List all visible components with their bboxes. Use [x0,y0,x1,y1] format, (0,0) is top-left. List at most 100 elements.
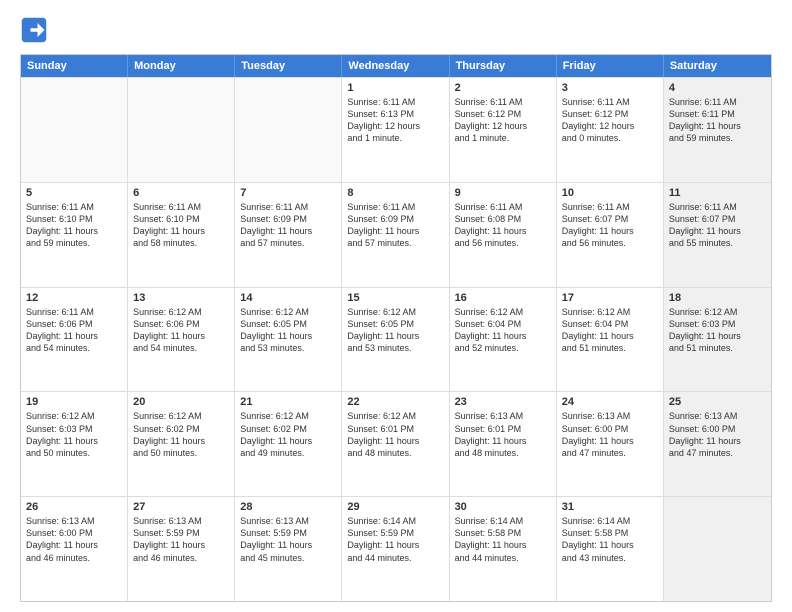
cell-text: Sunrise: 6:11 AM Sunset: 6:09 PM Dayligh… [240,201,336,250]
cal-cell-r1-c5: 10 Sunrise: 6:11 AM Sunset: 6:07 PM Dayli… [557,183,664,287]
cal-cell-r2-c4: 16 Sunrise: 6:12 AM Sunset: 6:04 PM Dayli… [450,288,557,392]
cal-cell-r4-c1: 27 Sunrise: 6:13 AM Sunset: 5:59 PM Dayli… [128,497,235,601]
cal-cell-r3-c5: 24Sunrise: 6:13 AM Sunset: 6:00 PM Dayli… [557,392,664,496]
cell-text: Sunrise: 6:13 AM Sunset: 5:59 PM Dayligh… [133,515,229,564]
cal-cell-r2-c5: 17 Sunrise: 6:12 AM Sunset: 6:04 PM Dayli… [557,288,664,392]
cal-cell-r0-c4: 2 Sunrise: 6:11 AM Sunset: 6:12 PM Daylig… [450,78,557,182]
day-number: 17 [562,292,658,304]
day-number: 8 [347,187,443,199]
cell-text: Sunrise: 6:13 AM Sunset: 5:59 PM Dayligh… [240,515,336,564]
day-number: 29 [347,501,443,513]
logo [20,16,52,44]
day-number: 11 [669,187,766,199]
cell-text: Sunrise: 6:11 AM Sunset: 6:13 PM Dayligh… [347,96,443,145]
cal-cell-r2-c1: 13Sunrise: 6:12 AM Sunset: 6:06 PM Dayli… [128,288,235,392]
day-number: 3 [562,82,658,94]
cell-text: Sunrise: 6:13 AM Sunset: 6:01 PM Dayligh… [455,410,551,459]
cal-cell-r4-c2: 28 Sunrise: 6:13 AM Sunset: 5:59 PM Dayli… [235,497,342,601]
cal-cell-r1-c6: 11Sunrise: 6:11 AM Sunset: 6:07 PM Dayli… [664,183,771,287]
cell-text: Sunrise: 6:12 AM Sunset: 6:03 PM Dayligh… [669,306,766,355]
cal-cell-r3-c4: 23Sunrise: 6:13 AM Sunset: 6:01 PM Dayli… [450,392,557,496]
cal-cell-r1-c2: 7 Sunrise: 6:11 AM Sunset: 6:09 PM Daylig… [235,183,342,287]
cell-text: Sunrise: 6:12 AM Sunset: 6:01 PM Dayligh… [347,410,443,459]
day-number: 15 [347,292,443,304]
day-number: 9 [455,187,551,199]
day-number: 19 [26,396,122,408]
cal-cell-r4-c6 [664,497,771,601]
cal-cell-r2-c3: 15Sunrise: 6:12 AM Sunset: 6:05 PM Dayli… [342,288,449,392]
cal-cell-r1-c0: 5 Sunrise: 6:11 AM Sunset: 6:10 PM Daylig… [21,183,128,287]
cell-text: Sunrise: 6:12 AM Sunset: 6:05 PM Dayligh… [240,306,336,355]
day-number: 25 [669,396,766,408]
cell-text: Sunrise: 6:13 AM Sunset: 6:00 PM Dayligh… [669,410,766,459]
cal-cell-r0-c3: 1 Sunrise: 6:11 AM Sunset: 6:13 PM Daylig… [342,78,449,182]
cal-cell-r0-c5: 3 Sunrise: 6:11 AM Sunset: 6:12 PM Daylig… [557,78,664,182]
day-number: 21 [240,396,336,408]
cal-cell-r1-c4: 9Sunrise: 6:11 AM Sunset: 6:08 PM Daylig… [450,183,557,287]
cell-text: Sunrise: 6:12 AM Sunset: 6:04 PM Dayligh… [562,306,658,355]
cell-text: Sunrise: 6:11 AM Sunset: 6:12 PM Dayligh… [455,96,551,145]
cal-cell-r1-c3: 8Sunrise: 6:11 AM Sunset: 6:09 PM Daylig… [342,183,449,287]
cal-cell-r3-c2: 21Sunrise: 6:12 AM Sunset: 6:02 PM Dayli… [235,392,342,496]
page: SundayMondayTuesdayWednesdayThursdayFrid… [0,0,792,612]
cell-text: Sunrise: 6:11 AM Sunset: 6:07 PM Dayligh… [562,201,658,250]
cell-text: Sunrise: 6:12 AM Sunset: 6:06 PM Dayligh… [133,306,229,355]
header-friday: Friday [557,55,664,77]
cal-cell-r2-c6: 18Sunrise: 6:12 AM Sunset: 6:03 PM Dayli… [664,288,771,392]
cal-cell-r2-c2: 14 Sunrise: 6:12 AM Sunset: 6:05 PM Dayli… [235,288,342,392]
cell-text: Sunrise: 6:11 AM Sunset: 6:10 PM Dayligh… [133,201,229,250]
calendar-row-3: 19 Sunrise: 6:12 AM Sunset: 6:03 PM Dayli… [21,391,771,496]
day-number: 24 [562,396,658,408]
cal-cell-r0-c0 [21,78,128,182]
day-number: 14 [240,292,336,304]
cal-cell-r0-c2 [235,78,342,182]
cell-text: Sunrise: 6:11 AM Sunset: 6:11 PM Dayligh… [669,96,766,145]
header-monday: Monday [128,55,235,77]
day-number: 27 [133,501,229,513]
cal-cell-r0-c1 [128,78,235,182]
day-number: 4 [669,82,766,94]
cell-text: Sunrise: 6:11 AM Sunset: 6:12 PM Dayligh… [562,96,658,145]
day-number: 20 [133,396,229,408]
cal-cell-r1-c1: 6 Sunrise: 6:11 AM Sunset: 6:10 PM Daylig… [128,183,235,287]
day-number: 10 [562,187,658,199]
cell-text: Sunrise: 6:14 AM Sunset: 5:58 PM Dayligh… [562,515,658,564]
cal-cell-r4-c4: 30Sunrise: 6:14 AM Sunset: 5:58 PM Dayli… [450,497,557,601]
calendar-header: SundayMondayTuesdayWednesdayThursdayFrid… [21,55,771,77]
cal-cell-r3-c6: 25 Sunrise: 6:13 AM Sunset: 6:00 PM Dayli… [664,392,771,496]
header-tuesday: Tuesday [235,55,342,77]
day-number: 5 [26,187,122,199]
day-number: 26 [26,501,122,513]
header-wednesday: Wednesday [342,55,449,77]
calendar: SundayMondayTuesdayWednesdayThursdayFrid… [20,54,772,602]
cal-cell-r3-c1: 20 Sunrise: 6:12 AM Sunset: 6:02 PM Dayli… [128,392,235,496]
calendar-row-1: 5 Sunrise: 6:11 AM Sunset: 6:10 PM Daylig… [21,182,771,287]
day-number: 30 [455,501,551,513]
cell-text: Sunrise: 6:11 AM Sunset: 6:10 PM Dayligh… [26,201,122,250]
day-number: 1 [347,82,443,94]
header-sunday: Sunday [21,55,128,77]
cal-cell-r2-c0: 12 Sunrise: 6:11 AM Sunset: 6:06 PM Dayli… [21,288,128,392]
calendar-row-2: 12 Sunrise: 6:11 AM Sunset: 6:06 PM Dayli… [21,287,771,392]
day-number: 6 [133,187,229,199]
header-thursday: Thursday [450,55,557,77]
logo-icon [20,16,48,44]
cell-text: Sunrise: 6:12 AM Sunset: 6:04 PM Dayligh… [455,306,551,355]
cell-text: Sunrise: 6:12 AM Sunset: 6:02 PM Dayligh… [133,410,229,459]
cal-cell-r4-c0: 26Sunrise: 6:13 AM Sunset: 6:00 PM Dayli… [21,497,128,601]
calendar-row-0: 1 Sunrise: 6:11 AM Sunset: 6:13 PM Daylig… [21,77,771,182]
day-number: 7 [240,187,336,199]
cell-text: Sunrise: 6:12 AM Sunset: 6:03 PM Dayligh… [26,410,122,459]
cal-cell-r4-c5: 31 Sunrise: 6:14 AM Sunset: 5:58 PM Dayli… [557,497,664,601]
day-number: 22 [347,396,443,408]
day-number: 2 [455,82,551,94]
calendar-body: 1 Sunrise: 6:11 AM Sunset: 6:13 PM Daylig… [21,77,771,601]
header-saturday: Saturday [664,55,771,77]
day-number: 28 [240,501,336,513]
cell-text: Sunrise: 6:11 AM Sunset: 6:06 PM Dayligh… [26,306,122,355]
day-number: 12 [26,292,122,304]
day-number: 16 [455,292,551,304]
day-number: 31 [562,501,658,513]
cal-cell-r4-c3: 29 Sunrise: 6:14 AM Sunset: 5:59 PM Dayli… [342,497,449,601]
cell-text: Sunrise: 6:14 AM Sunset: 5:59 PM Dayligh… [347,515,443,564]
